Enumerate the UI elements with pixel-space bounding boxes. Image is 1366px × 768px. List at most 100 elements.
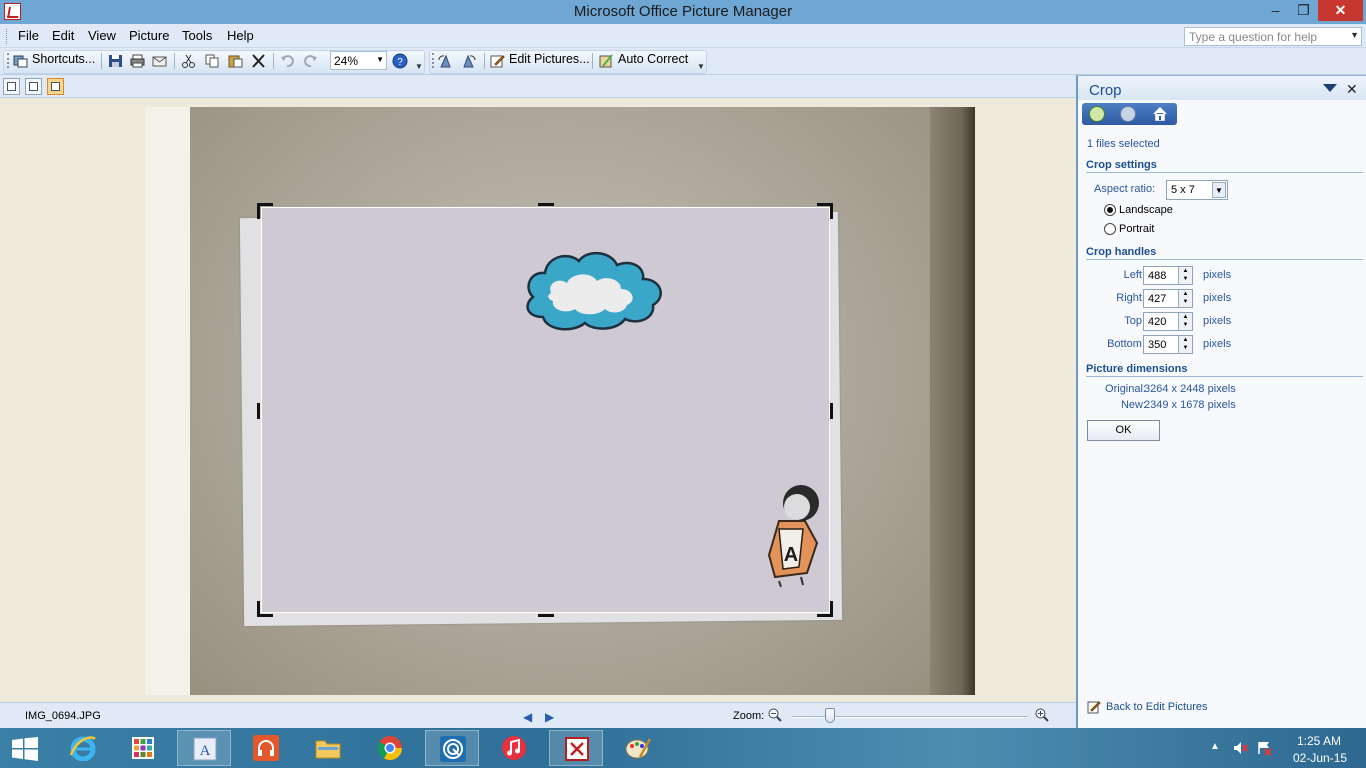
- filmstrip-view-button[interactable]: [25, 78, 42, 95]
- close-button[interactable]: ✕: [1318, 0, 1363, 21]
- back-to-edit-pictures-link[interactable]: Back to Edit Pictures: [1106, 701, 1208, 713]
- minimize-button[interactable]: –: [1262, 0, 1289, 21]
- clock-time[interactable]: 1:25 AM: [1297, 734, 1341, 748]
- menu-edit[interactable]: Edit: [52, 28, 74, 43]
- menu-tools[interactable]: Tools: [182, 28, 212, 43]
- edit-pictures-icon: [490, 55, 505, 68]
- undo-icon[interactable]: [280, 54, 295, 68]
- windows-taskbar: A ▲ 1:25 AM 02-Jun-15: [0, 728, 1366, 768]
- action-center-icon[interactable]: [1256, 740, 1272, 756]
- crop-handle-right[interactable]: [830, 403, 833, 419]
- task-pane-close-icon[interactable]: ✕: [1346, 81, 1358, 98]
- spin-buttons-icon[interactable]: ▲ ▼: [1178, 336, 1192, 353]
- view-switcher: [0, 75, 1076, 98]
- title-bar: Microsoft Office Picture Manager – ❐ ✕: [0, 0, 1366, 24]
- menu-view[interactable]: View: [88, 28, 116, 43]
- copy-icon[interactable]: [205, 54, 220, 68]
- crop-handle-top-left[interactable]: [257, 203, 273, 219]
- crop-handle-left[interactable]: [257, 403, 260, 419]
- windows-start-icon[interactable]: [12, 737, 38, 761]
- print-icon[interactable]: [130, 54, 145, 68]
- taskbar-file-explorer[interactable]: [301, 730, 355, 766]
- shortcuts-button[interactable]: Shortcuts...: [32, 52, 95, 70]
- toolbar-options-icon[interactable]: ▼: [697, 62, 705, 71]
- edit-pictures-button[interactable]: Edit Pictures...: [509, 52, 590, 70]
- help-icon[interactable]: ?: [392, 53, 408, 69]
- portrait-label[interactable]: Portrait: [1119, 223, 1154, 235]
- maximize-button[interactable]: ❐: [1290, 0, 1317, 21]
- picture-preview[interactable]: A: [145, 107, 975, 695]
- task-pane-title: Crop: [1089, 82, 1122, 99]
- taskbar-chrome[interactable]: [363, 730, 417, 766]
- menu-grip[interactable]: [6, 29, 9, 44]
- taskbar-internet-explorer[interactable]: [56, 730, 110, 766]
- save-icon[interactable]: [108, 54, 123, 68]
- show-hidden-icons[interactable]: ▲: [1210, 741, 1220, 752]
- toolbar-grip[interactable]: [432, 53, 434, 68]
- taskbar-music[interactable]: [239, 730, 293, 766]
- bottom-handle-input[interactable]: 350 ▲ ▼: [1143, 335, 1193, 354]
- single-picture-view-button[interactable]: [47, 78, 64, 95]
- redo-icon[interactable]: [303, 54, 318, 68]
- crop-handle-bottom-left[interactable]: [257, 601, 273, 617]
- crop-task-pane: Crop ✕ 1 files selected Crop settings As…: [1076, 75, 1366, 728]
- crop-handle-bottom[interactable]: [538, 614, 554, 617]
- taskbar-paint[interactable]: [611, 730, 665, 766]
- taskbar-picture-manager[interactable]: [549, 730, 603, 766]
- menu-bar: File Edit View Picture Tools Help Type a…: [0, 24, 1366, 48]
- volume-muted-icon[interactable]: [1232, 740, 1248, 756]
- spin-buttons-icon[interactable]: ▲ ▼: [1178, 267, 1192, 284]
- back-icon[interactable]: [1089, 106, 1105, 122]
- forward-icon[interactable]: [1120, 106, 1136, 122]
- aspect-ratio-select[interactable]: 5 x 7 ▼: [1166, 180, 1228, 200]
- menu-picture[interactable]: Picture: [129, 28, 169, 43]
- help-search-input[interactable]: Type a question for help ▼: [1184, 27, 1362, 46]
- help-dropdown-icon[interactable]: ▼: [1350, 30, 1359, 40]
- new-dimensions-value: 2349 x 1678 pixels: [1144, 399, 1236, 411]
- zoom-slider-thumb[interactable]: [825, 708, 835, 723]
- previous-picture-icon[interactable]: ◀: [523, 710, 532, 724]
- crop-handle-top[interactable]: [538, 203, 554, 206]
- crop-handle-bottom-right[interactable]: [817, 601, 833, 617]
- zoom-select[interactable]: 24% ▼: [330, 51, 387, 70]
- portrait-radio[interactable]: [1104, 223, 1116, 235]
- landscape-label[interactable]: Landscape: [1119, 204, 1173, 216]
- top-handle-input[interactable]: 420 ▲ ▼: [1143, 312, 1193, 331]
- left-handle-input[interactable]: 488 ▲ ▼: [1143, 266, 1193, 285]
- zoom-in-icon[interactable]: [1035, 708, 1049, 722]
- rotate-left-icon[interactable]: [438, 54, 453, 68]
- original-dimensions-label: Original:: [1105, 383, 1146, 395]
- menu-file[interactable]: File: [18, 28, 39, 43]
- left-handle-value: 488: [1148, 270, 1167, 282]
- right-handle-input[interactable]: 427 ▲ ▼: [1143, 289, 1193, 308]
- taskbar-metro-apps[interactable]: [116, 730, 170, 766]
- thumbnail-view-button[interactable]: [3, 78, 20, 95]
- zoom-out-icon[interactable]: [768, 708, 782, 722]
- spin-buttons-icon[interactable]: ▲ ▼: [1178, 290, 1192, 307]
- email-icon[interactable]: [152, 54, 167, 68]
- toolbar-options-icon[interactable]: ▼: [415, 62, 423, 71]
- folder-icon: [315, 740, 341, 759]
- taskbar-media-app[interactable]: [425, 730, 479, 766]
- files-selected-text: 1 files selected: [1087, 138, 1160, 150]
- ok-button[interactable]: OK: [1087, 420, 1160, 441]
- rotate-right-icon[interactable]: [461, 54, 476, 68]
- taskbar-itunes[interactable]: [487, 730, 541, 766]
- edit-pictures-icon: [1087, 701, 1101, 714]
- cut-icon[interactable]: [181, 54, 196, 68]
- home-icon[interactable]: [1152, 106, 1168, 122]
- cloud-drawing: [526, 252, 662, 331]
- spin-buttons-icon[interactable]: ▲ ▼: [1178, 313, 1192, 330]
- media-player-icon: [440, 736, 466, 762]
- task-pane-menu-icon[interactable]: [1323, 84, 1337, 92]
- menu-help[interactable]: Help: [227, 28, 254, 43]
- crop-handle-top-right[interactable]: [817, 203, 833, 219]
- delete-icon[interactable]: [251, 54, 266, 68]
- toolbar-grip[interactable]: [7, 53, 9, 68]
- clock-date[interactable]: 02-Jun-15: [1293, 751, 1347, 765]
- landscape-radio[interactable]: [1104, 204, 1116, 216]
- next-picture-icon[interactable]: ▶: [545, 710, 554, 724]
- auto-correct-button[interactable]: Auto Correct: [618, 52, 688, 70]
- taskbar-word[interactable]: A: [177, 730, 231, 766]
- paste-icon[interactable]: [228, 54, 243, 68]
